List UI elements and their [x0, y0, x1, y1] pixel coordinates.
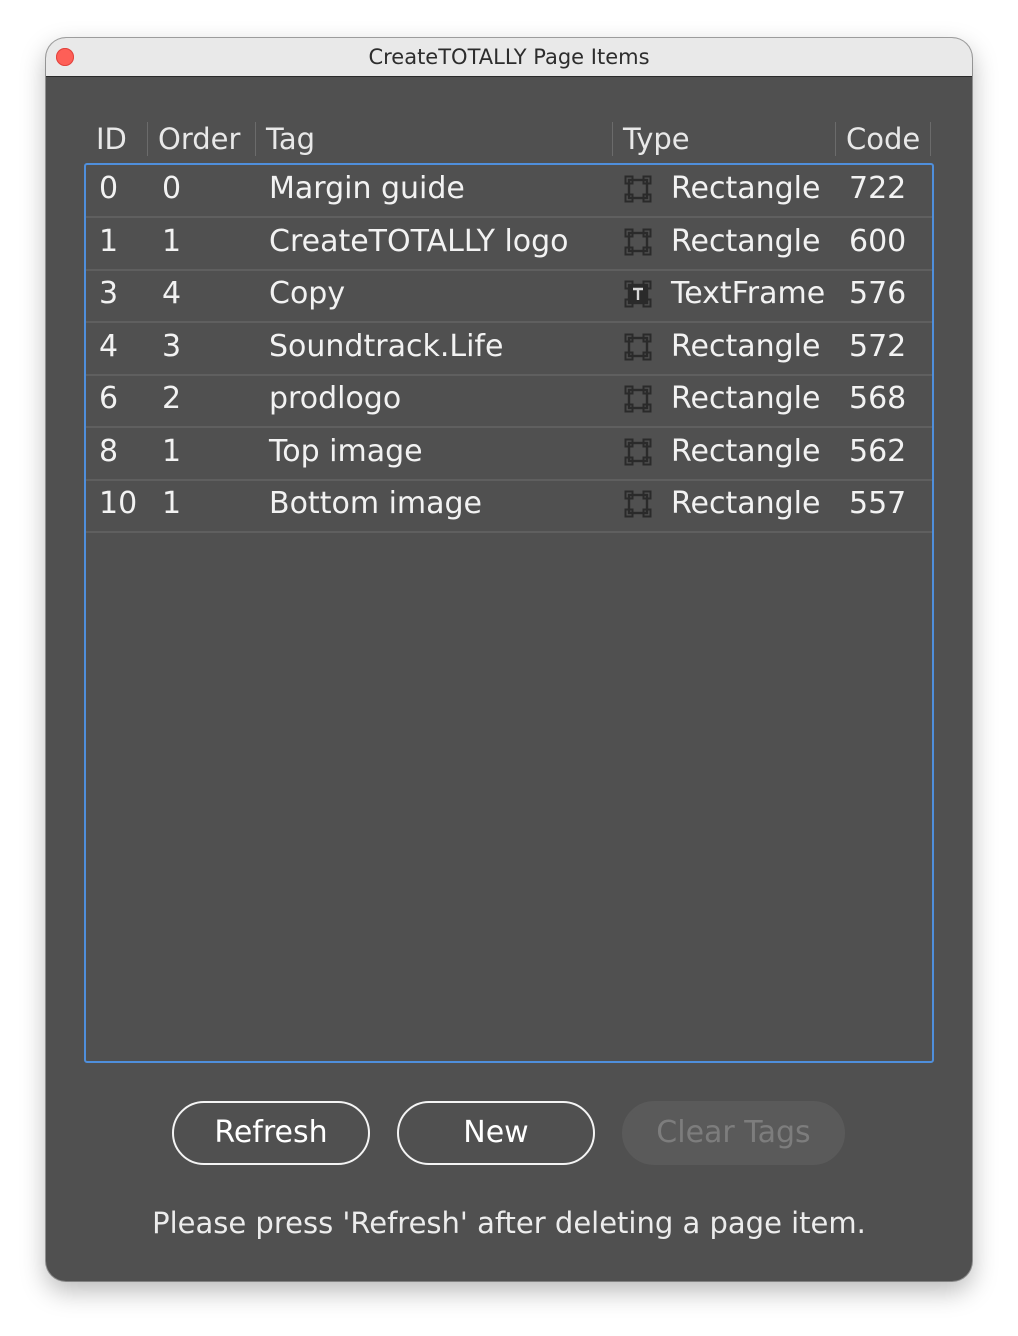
cell-code: 568	[849, 381, 907, 416]
cell-code: 722	[849, 171, 907, 206]
cell-order: 3	[162, 328, 182, 364]
cell-tag: Bottom image	[269, 486, 483, 521]
cell-id: 10	[99, 486, 138, 521]
table-row[interactable]: 6 2 prodlogo Rectangle 568	[86, 375, 932, 428]
cell-id: 6	[99, 381, 119, 416]
refresh-hint: Please press 'Refresh' after deleting a …	[152, 1206, 866, 1240]
table-header: ID Order Tag Type Code	[86, 118, 932, 160]
table-row[interactable]: 1 1 CreateTOTALLY logo Rectangle 600	[86, 218, 932, 271]
column-divider[interactable]	[147, 122, 148, 156]
table-row[interactable]: 8 1 Top image Rectangle 562	[86, 428, 932, 481]
cell-order: 1	[162, 486, 182, 521]
button-bar: Refresh New Clear Tags	[46, 1101, 972, 1169]
column-header-tag[interactable]: Tag	[266, 118, 315, 160]
refresh-button[interactable]: Refresh	[172, 1101, 370, 1165]
cell-tag: CreateTOTALLY logo	[269, 223, 569, 259]
table-row[interactable]: 0 0 Margin guide Rectangle 722	[86, 165, 932, 218]
cell-type: Rectangle	[671, 381, 821, 416]
cell-tag: Copy	[269, 276, 346, 311]
cell-code: 572	[849, 328, 907, 364]
cell-order: 2	[162, 381, 182, 416]
column-header-id[interactable]: ID	[96, 118, 127, 160]
column-divider[interactable]	[612, 122, 613, 156]
cell-type: Rectangle	[671, 486, 821, 521]
table-row[interactable]: 3 4 Copy TextFrame 576	[86, 270, 932, 323]
table-row[interactable]: 4 3 Soundtrack.Life Rectangle 572	[86, 323, 932, 376]
table-row[interactable]: 10 1 Bottom image Rectangle 557	[86, 480, 932, 533]
cell-id: 1	[99, 223, 119, 259]
cell-type: TextFrame	[671, 276, 826, 311]
column-header-code[interactable]: Code	[846, 118, 920, 160]
column-header-order[interactable]: Order	[158, 118, 240, 160]
cell-type: Rectangle	[671, 328, 821, 364]
rectangle-frame-icon	[624, 175, 652, 203]
new-button[interactable]: New	[397, 1101, 595, 1165]
rectangle-frame-icon	[624, 490, 652, 518]
clear-tags-button: Clear Tags	[622, 1101, 845, 1165]
cell-type: Rectangle	[671, 433, 821, 469]
page-items-window: CreateTOTALLY Page Items ID Order Tag Ty…	[46, 38, 972, 1281]
cell-id: 4	[99, 328, 119, 364]
column-divider[interactable]	[255, 122, 256, 156]
cell-type: Rectangle	[671, 171, 821, 206]
rectangle-frame-icon	[624, 333, 652, 361]
cell-tag: Soundtrack.Life	[269, 328, 504, 364]
window-title: CreateTOTALLY Page Items	[368, 45, 650, 69]
rectangle-frame-icon	[624, 228, 652, 256]
page-items-list[interactable]: 0 0 Margin guide Rectangle 722 1 1 CreateTOTALL…	[84, 163, 934, 1063]
cell-code: 557	[849, 486, 907, 521]
cell-id: 3	[99, 276, 119, 311]
cell-id: 0	[99, 171, 119, 206]
column-divider	[930, 122, 931, 156]
cell-order: 1	[162, 433, 182, 469]
cell-type: Rectangle	[671, 223, 821, 259]
title-bar: CreateTOTALLY Page Items	[46, 38, 972, 77]
cell-tag: Top image	[269, 433, 423, 469]
cell-id: 8	[99, 433, 119, 469]
cell-order: 1	[162, 223, 182, 259]
cell-code: 576	[849, 276, 907, 311]
cell-tag: prodlogo	[269, 381, 402, 416]
cell-code: 600	[849, 223, 907, 259]
column-header-type[interactable]: Type	[623, 118, 690, 160]
cell-order: 4	[162, 276, 182, 311]
column-divider[interactable]	[835, 122, 836, 156]
text-frame-icon	[624, 280, 652, 308]
rectangle-frame-icon	[624, 438, 652, 466]
rectangle-frame-icon	[624, 385, 652, 413]
cell-tag: Margin guide	[269, 171, 465, 206]
cell-order: 0	[162, 171, 182, 206]
cell-code: 562	[849, 433, 907, 469]
